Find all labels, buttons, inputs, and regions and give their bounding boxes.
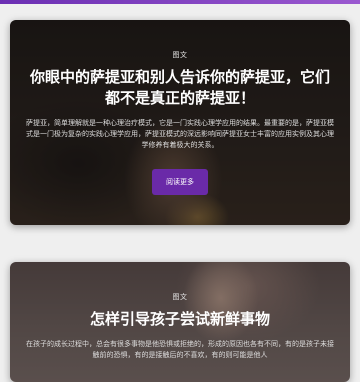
post-card-content: 图文 怎样引导孩子尝试新鲜事物 在孩子的成长过程中，总会有很多事物是他恐惧或拒绝… bbox=[10, 262, 350, 382]
post-title[interactable]: 怎样引导孩子尝试新鲜事物 bbox=[90, 309, 270, 330]
post-category[interactable]: 图文 bbox=[173, 50, 188, 60]
post-excerpt: 萨提亚，简单理解就是一种心理治疗模式，它是一门实践心理学应用的结果。最重要的是，… bbox=[26, 119, 334, 149]
post-excerpt: 在孩子的成长过程中，总会有很多事物是他恐惧或拒绝的，形成的原因也各有不同，有的是… bbox=[26, 340, 334, 359]
top-accent-bar bbox=[0, 0, 360, 4]
post-card: 图文 你眼中的萨提亚和别人告诉你的萨提亚，它们都不是真正的萨提亚！ 萨提亚，简单… bbox=[10, 20, 350, 225]
post-card: 图文 怎样引导孩子尝试新鲜事物 在孩子的成长过程中，总会有很多事物是他恐惧或拒绝… bbox=[10, 262, 350, 382]
post-category[interactable]: 图文 bbox=[173, 292, 188, 302]
post-title[interactable]: 你眼中的萨提亚和别人告诉你的萨提亚，它们都不是真正的萨提亚！ bbox=[24, 67, 336, 109]
read-more-button[interactable]: 阅读更多 bbox=[152, 169, 208, 195]
post-card-content: 图文 你眼中的萨提亚和别人告诉你的萨提亚，它们都不是真正的萨提亚！ 萨提亚，简单… bbox=[10, 20, 350, 225]
